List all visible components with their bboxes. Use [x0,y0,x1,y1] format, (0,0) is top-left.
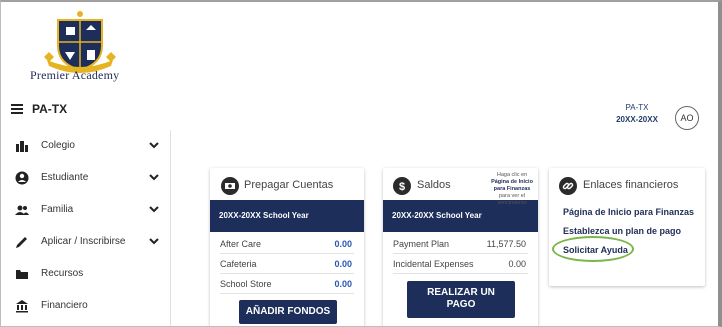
chevron-down-icon[interactable] [148,171,160,183]
app-window: Premier Academy PA-TX PA-TX 20XX-20XX AO… [0,0,722,327]
add-funds-button[interactable]: AÑADIR FONDOS [239,300,337,324]
hint-link[interactable]: Página de Inicio [481,179,543,186]
request-aid-highlight [552,236,634,262]
chevron-down-icon[interactable] [148,235,160,247]
balances-card-title: Saldos [417,179,451,191]
finance-home-link[interactable]: Página de Inicio para Finanzas [563,207,694,217]
family-icon [15,205,29,215]
balances-row: Incidental Expenses 0.00 [393,254,528,274]
user-icon [15,171,29,185]
sidebar-item-recursos[interactable]: Recursos [1,258,171,290]
hamburger-menu-icon[interactable] [11,104,23,114]
financial-links-card-header: Enlaces financieros [549,168,705,204]
sidebar-item-label: Aplicar / Inscribirse [41,236,126,247]
folder-icon [16,270,28,279]
school-name: Premier Academy [30,68,120,82]
sidebar-item-label: Financiero [41,300,88,311]
pencil-icon [16,237,27,248]
sidebar-item-colegio[interactable]: Colegio [1,130,171,162]
chevron-down-icon[interactable] [148,203,160,215]
hint-line: Haga clic en [496,172,528,178]
sidebar-item-aplicar[interactable]: Aplicar / Inscribirse [1,226,171,258]
financial-links-card-title: Enlaces financieros [583,179,679,191]
prepay-row-label: School Store [220,279,272,289]
sidebar: Colegio Estudiante Familia Aplicar / Ins… [1,130,171,326]
year-selector-value: 20XX-20XX [616,115,658,124]
sidebar-item-label: Colegio [41,140,75,151]
link-icon [559,177,577,195]
svg-text:$: $ [399,181,405,193]
prepay-row-label: After Care [220,239,262,249]
money-icon [221,177,239,195]
prepay-row-amount[interactable]: 0.00 [334,274,352,294]
sidebar-item-label: Estudiante [41,172,89,183]
balances-row: Payment Plan 11,577.50 [393,234,528,254]
top-bar: PA-TX [1,98,171,120]
balances-hint: Haga clic en Página de Inicio para Finan… [481,172,543,207]
prepay-row-amount[interactable]: 0.00 [334,254,352,274]
balances-row-amount: 11,577.50 [486,239,526,249]
make-payment-button[interactable]: REALIZAR UN PAGO [407,281,515,318]
school-code: PA-TX [32,102,68,116]
balances-row-label: Incidental Expenses [393,259,474,269]
year-selector[interactable]: PA-TX 20XX-20XX [605,102,669,126]
dollar-icon: $ [393,177,411,195]
financial-links-card: Enlaces financieros Página de Inicio par… [549,168,705,286]
prepay-row: School Store 0.00 [220,274,354,294]
hint-line: vencimiento [497,200,527,206]
balances-row-amount: 0.00 [508,259,526,269]
payment-plan-link[interactable]: Establezca un plan de pago [563,226,681,236]
bank-icon [16,300,28,313]
prepay-card-header: Prepagar Cuentas [210,168,364,204]
chevron-down-icon[interactable] [148,139,160,151]
hint-link[interactable]: para Finanzas [481,186,543,193]
sidebar-item-estudiante[interactable]: Estudiante [1,162,171,194]
make-payment-button-line2: PAGO [446,299,476,310]
building-icon [16,141,28,152]
year-selector-label: PA-TX [625,103,649,112]
sidebar-item-familia[interactable]: Familia [1,194,171,226]
make-payment-button-line1: REALIZAR UN [427,287,495,298]
prepay-row-amount[interactable]: 0.00 [334,234,352,254]
sidebar-item-label: Recursos [41,268,84,279]
balances-row-label: Payment Plan [393,239,450,249]
hint-line: para ver el [499,193,525,199]
sidebar-item-label: Familia [41,204,74,215]
prepay-row-label: Cafeteria [220,259,257,269]
prepay-card: Prepagar Cuentas 20XX-20XX School Year A… [210,168,364,326]
avatar[interactable]: AO [675,106,699,130]
prepay-row: After Care 0.00 [220,234,354,254]
prepay-card-title: Prepagar Cuentas [244,179,334,191]
prepay-year-bar: 20XX-20XX School Year [210,200,364,232]
prepay-row: Cafeteria 0.00 [220,254,354,274]
sidebar-item-financiero[interactable]: Financiero [1,290,171,322]
